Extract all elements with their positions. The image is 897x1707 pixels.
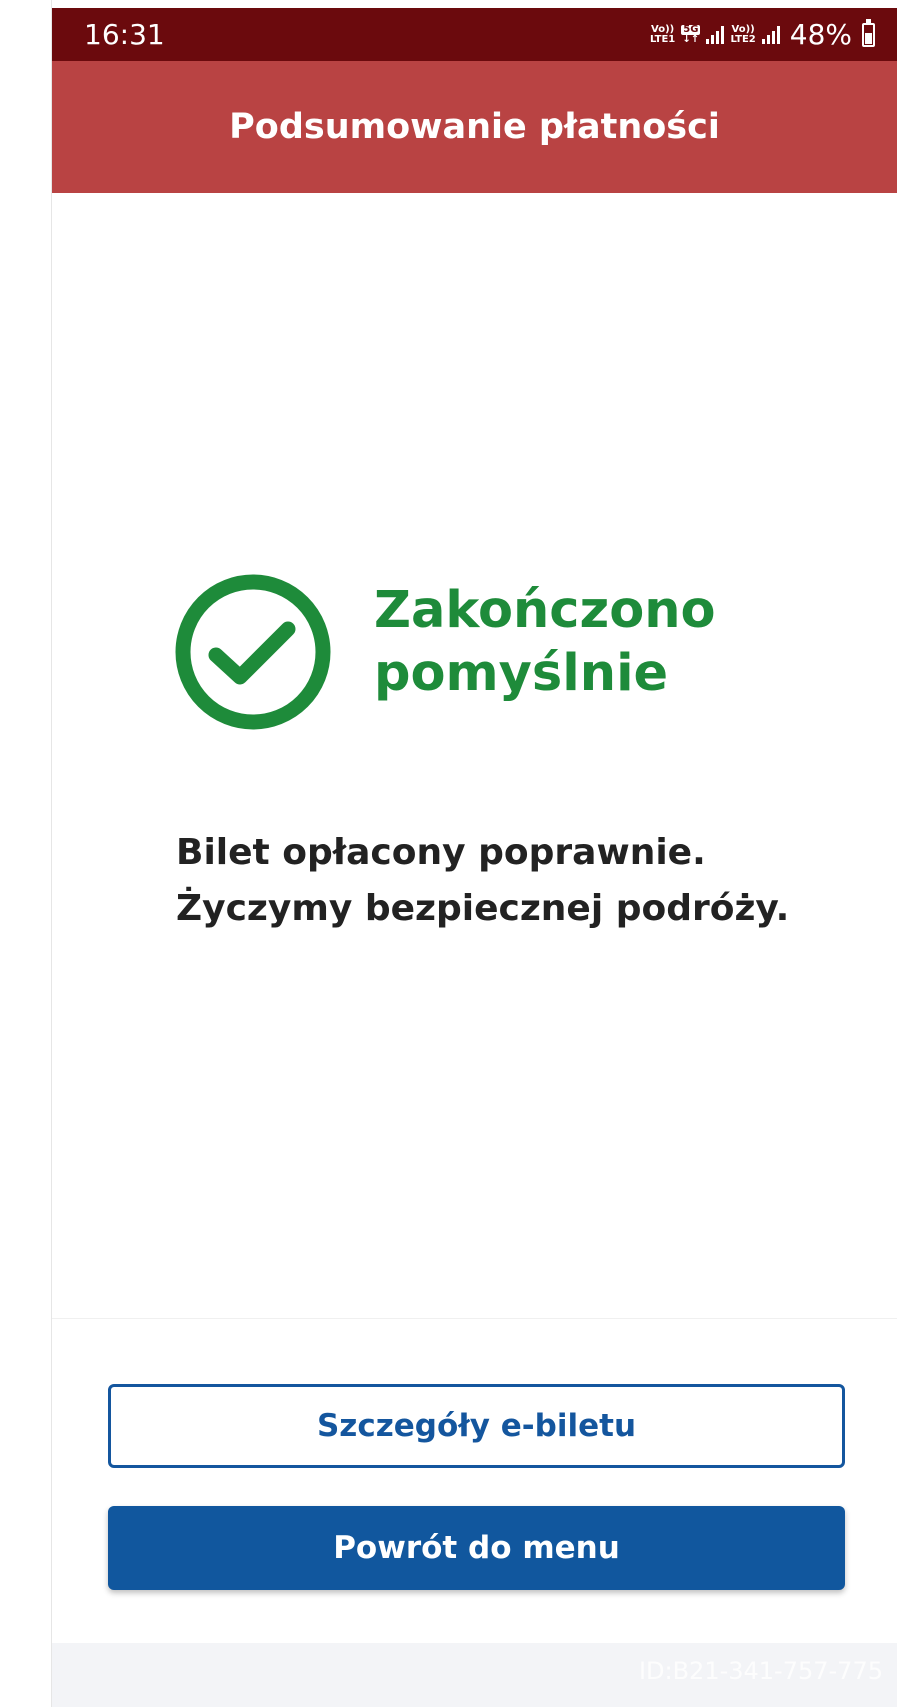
action-footer: Szczegóły e-biletu Powrót do menu bbox=[52, 1318, 897, 1643]
signal-1-icon bbox=[706, 25, 725, 44]
signal-2-icon bbox=[761, 25, 780, 44]
volte-2-indicator: Vo)) LTE2 bbox=[730, 23, 756, 45]
volte-1-top: Vo)) bbox=[651, 23, 675, 35]
status-indicators: Vo)) LTE1 5G ↓↑ Vo)) LTE2 48% bbox=[650, 18, 875, 51]
bottom-strip: ID:B21-341-757-775 bbox=[52, 1643, 897, 1707]
volte-1-bottom: LTE1 bbox=[649, 33, 676, 45]
confirmation-message: Bilet opłacony poprawnie. Życzymy bezpie… bbox=[176, 825, 789, 937]
data-arrows-icon: ↓↑ bbox=[682, 33, 700, 45]
5g-label: 5G bbox=[681, 23, 701, 35]
page-title: Podsumowanie płatności bbox=[229, 107, 720, 147]
id-watermark: ID:B21-341-757-775 bbox=[638, 1657, 883, 1685]
battery-icon bbox=[862, 18, 875, 47]
page: 16:31 Vo)) LTE1 5G ↓↑ Vo)) LTE2 48% Pods… bbox=[0, 0, 897, 1707]
status-time: 16:31 bbox=[84, 18, 165, 51]
volte-2-bottom: LTE2 bbox=[730, 33, 756, 45]
volte-2-top: Vo)) bbox=[731, 23, 755, 35]
battery-percent: 48% bbox=[789, 18, 852, 51]
ticket-details-button[interactable]: Szczegóły e-biletu bbox=[108, 1384, 845, 1468]
check-circle-icon bbox=[175, 574, 331, 730]
phone-screen: 16:31 Vo)) LTE1 5G ↓↑ Vo)) LTE2 48% Pods… bbox=[52, 8, 897, 1707]
back-to-menu-button[interactable]: Powrót do menu bbox=[108, 1506, 845, 1590]
success-status-line-2: pomyślnie bbox=[374, 644, 669, 703]
status-bar: 16:31 Vo)) LTE1 5G ↓↑ Vo)) LTE2 48% bbox=[52, 8, 897, 61]
success-status-line-1: Zakończono bbox=[374, 581, 716, 640]
result-content: Zakończono pomyślnie Bilet opłacony popr… bbox=[52, 193, 897, 1318]
volte-1-indicator: Vo)) LTE1 bbox=[649, 23, 676, 45]
5g-indicator: 5G ↓↑ bbox=[681, 23, 701, 45]
success-status: Zakończono pomyślnie bbox=[374, 579, 716, 705]
left-margin bbox=[0, 0, 52, 1707]
confirmation-message-line-1: Bilet opłacony poprawnie. bbox=[176, 832, 706, 873]
confirmation-message-line-2: Życzymy bezpiecznej podróży. bbox=[176, 888, 790, 929]
app-header: Podsumowanie płatności bbox=[52, 61, 897, 193]
